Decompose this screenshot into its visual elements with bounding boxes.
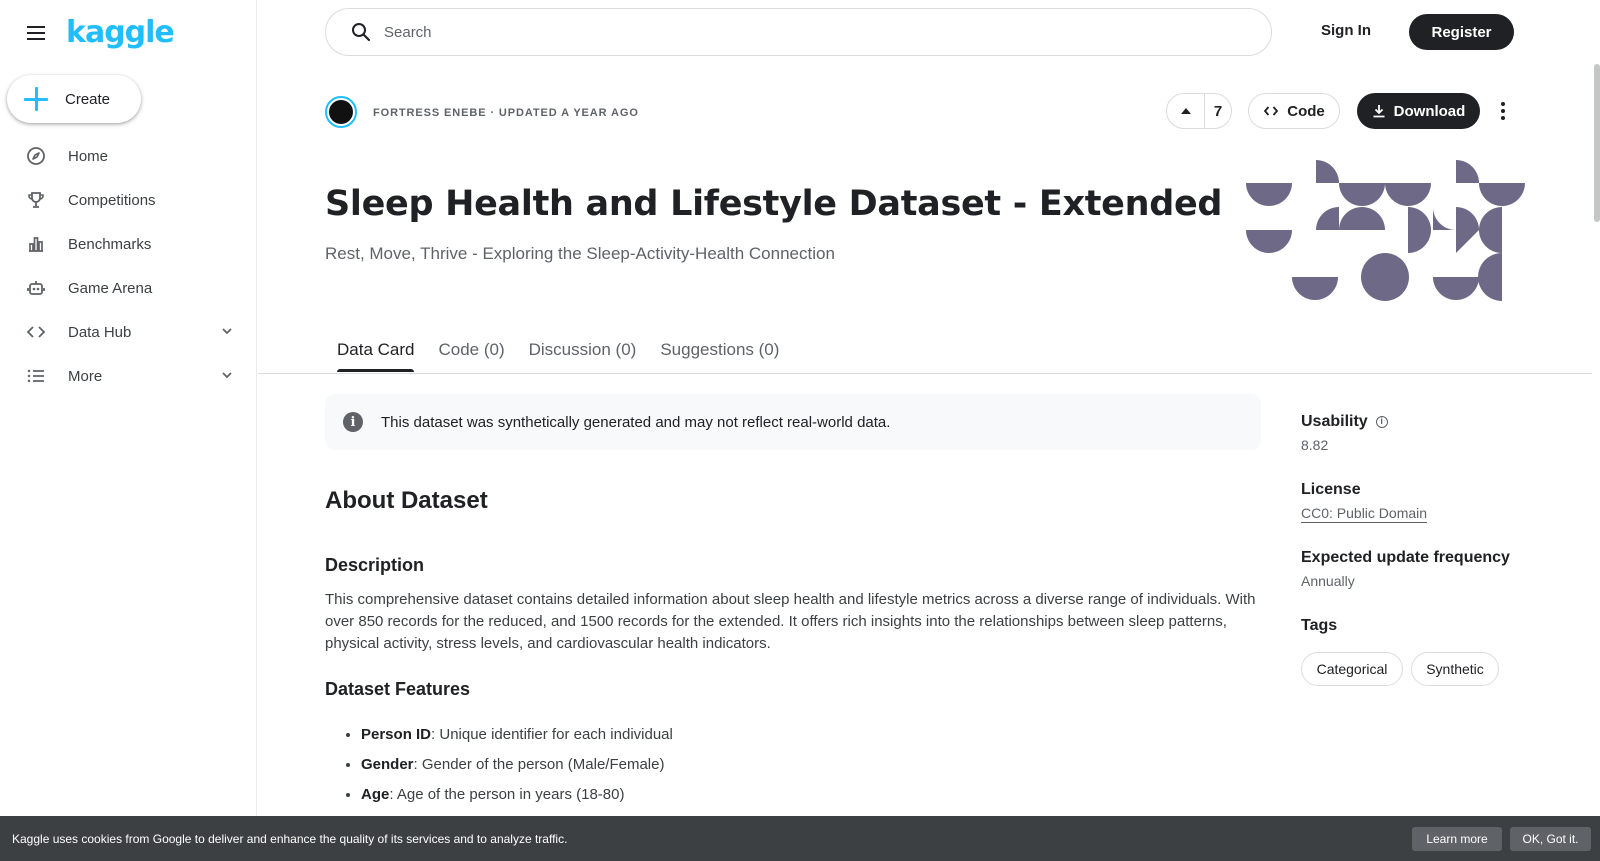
frequency-value: Annually	[1301, 573, 1355, 589]
create-label: Create	[65, 90, 111, 108]
notice-text: This dataset was synthetically generated…	[381, 413, 891, 431]
feature-desc: : Gender of the person (Male/Female)	[413, 756, 665, 773]
avatar[interactable]	[325, 96, 357, 128]
scrollbar[interactable]	[1594, 64, 1600, 222]
synthetic-data-notice: i This dataset was synthetically generat…	[325, 394, 1261, 450]
sidebar-item-home[interactable]: Home	[0, 134, 256, 178]
sign-in-button[interactable]: Sign In	[1321, 22, 1371, 39]
tab-code[interactable]: Code (0)	[426, 330, 516, 372]
upvote-button[interactable]	[1167, 94, 1205, 128]
license-label: License	[1301, 481, 1361, 498]
caret-up-icon	[1180, 108, 1191, 114]
description-text: This comprehensive dataset contains deta…	[325, 591, 1256, 652]
frequency-label: Expected update frequency	[1301, 549, 1510, 566]
upvote-count: 7	[1213, 102, 1223, 120]
list-item: Age: Age of the person in years (18-80)	[361, 784, 1241, 814]
cookie-text: Kaggle uses cookies from Google to deliv…	[12, 831, 568, 846]
download-icon	[1373, 105, 1385, 118]
download-button-label: Download	[1393, 102, 1466, 120]
learn-more-button[interactable]: Learn more	[1412, 827, 1502, 851]
tab-suggestions[interactable]: Suggestions (0)	[648, 330, 791, 372]
search-bar[interactable]	[325, 8, 1272, 56]
chevron-down-icon[interactable]	[220, 368, 234, 382]
chevron-down-icon[interactable]	[220, 324, 234, 338]
tag-categorical[interactable]: Categorical	[1301, 652, 1403, 686]
download-button[interactable]: Download	[1357, 93, 1480, 129]
upvote-control: 7	[1166, 93, 1232, 129]
tag-synthetic[interactable]: Synthetic	[1411, 652, 1499, 686]
features-heading: Dataset Features	[325, 679, 471, 699]
tab-divider	[258, 373, 1592, 374]
plus-icon	[24, 87, 48, 111]
list-item: Person ID: Unique identifier for each in…	[361, 724, 1241, 754]
bar-chart-icon	[26, 234, 46, 254]
more-options-icon[interactable]	[1496, 97, 1510, 125]
list-item: Gender: Gender of the person (Male/Femal…	[361, 754, 1241, 784]
create-button[interactable]: Create	[7, 75, 141, 123]
robot-icon	[26, 278, 46, 298]
register-button[interactable]: Register	[1409, 14, 1514, 50]
tab-data-card[interactable]: Data Card	[325, 330, 426, 372]
sidebar-item-data-hub[interactable]: Data Hub	[0, 310, 256, 354]
code-button-label: Code	[1287, 102, 1325, 120]
code-button[interactable]: Code	[1248, 93, 1340, 129]
page-title: Sleep Health and Lifestyle Dataset - Ext…	[325, 184, 1223, 224]
feature-name: Person ID	[361, 726, 432, 743]
sidebar-item-label: Game Arena	[68, 279, 153, 297]
code-icon	[1264, 106, 1279, 116]
usability-label: Usability	[1301, 413, 1368, 430]
ok-got-it-button[interactable]: OK, Got it.	[1510, 827, 1591, 851]
sidebar-item-label: Data Hub	[68, 323, 132, 341]
tab-bar: Data Card Code (0) Discussion (0) Sugges…	[325, 330, 791, 372]
search-icon	[352, 23, 371, 42]
sidebar-item-label: Competitions	[68, 191, 156, 209]
page-subtitle: Rest, Move, Thrive - Exploring the Sleep…	[325, 244, 835, 263]
sidebar-item-competitions[interactable]: Competitions	[0, 178, 256, 222]
sidebar-item-game-arena[interactable]: Game Arena	[0, 266, 256, 310]
license-section: CC0: Public Domain	[1301, 505, 1428, 523]
sidebar-item-label: Home	[68, 147, 109, 165]
feature-desc: : Age of the person in years (18-80)	[389, 786, 625, 803]
tab-discussion[interactable]: Discussion (0)	[517, 330, 649, 372]
sidebar-item-label: More	[68, 367, 103, 385]
description-heading: Description	[325, 555, 425, 575]
feature-name: Age	[361, 786, 390, 803]
sidebar-item-label: Benchmarks	[68, 235, 152, 253]
license-link[interactable]: CC0: Public Domain	[1301, 505, 1428, 523]
sidebar-item-more[interactable]: More	[0, 354, 256, 398]
usability-section: Usability i	[1301, 413, 1388, 431]
sidebar-item-benchmarks[interactable]: Benchmarks	[0, 222, 256, 266]
dataset-cover-image	[1246, 160, 1525, 301]
list-icon	[26, 366, 46, 386]
kaggle-logo[interactable]: kaggle	[66, 16, 175, 50]
hamburger-menu-icon[interactable]	[24, 21, 48, 45]
cookie-banner: Kaggle uses cookies from Google to deliv…	[0, 816, 1600, 861]
compass-icon	[26, 146, 46, 166]
code-icon	[26, 322, 46, 342]
info-icon: i	[343, 412, 363, 432]
trophy-icon	[26, 190, 46, 210]
dataset-byline: FORTRESS ENEBE · UPDATED A YEAR AGO	[373, 107, 639, 119]
about-heading: About Dataset	[325, 487, 488, 514]
feature-name: Gender	[361, 756, 414, 773]
features-list: Person ID: Unique identifier for each in…	[361, 724, 1241, 814]
feature-desc: : Unique identifier for each individual	[431, 726, 673, 743]
sidebar-header: kaggle	[24, 16, 175, 50]
tags-label: Tags	[1301, 617, 1338, 634]
info-icon[interactable]: i	[1375, 416, 1388, 428]
sidebar-nav: Home Competitions Benchmarks Game Arena …	[0, 134, 256, 398]
search-input[interactable]	[384, 23, 1244, 41]
sidebar: kaggle Create Home Competitions Benchmar…	[0, 0, 257, 861]
usability-value: 8.82	[1301, 437, 1329, 453]
